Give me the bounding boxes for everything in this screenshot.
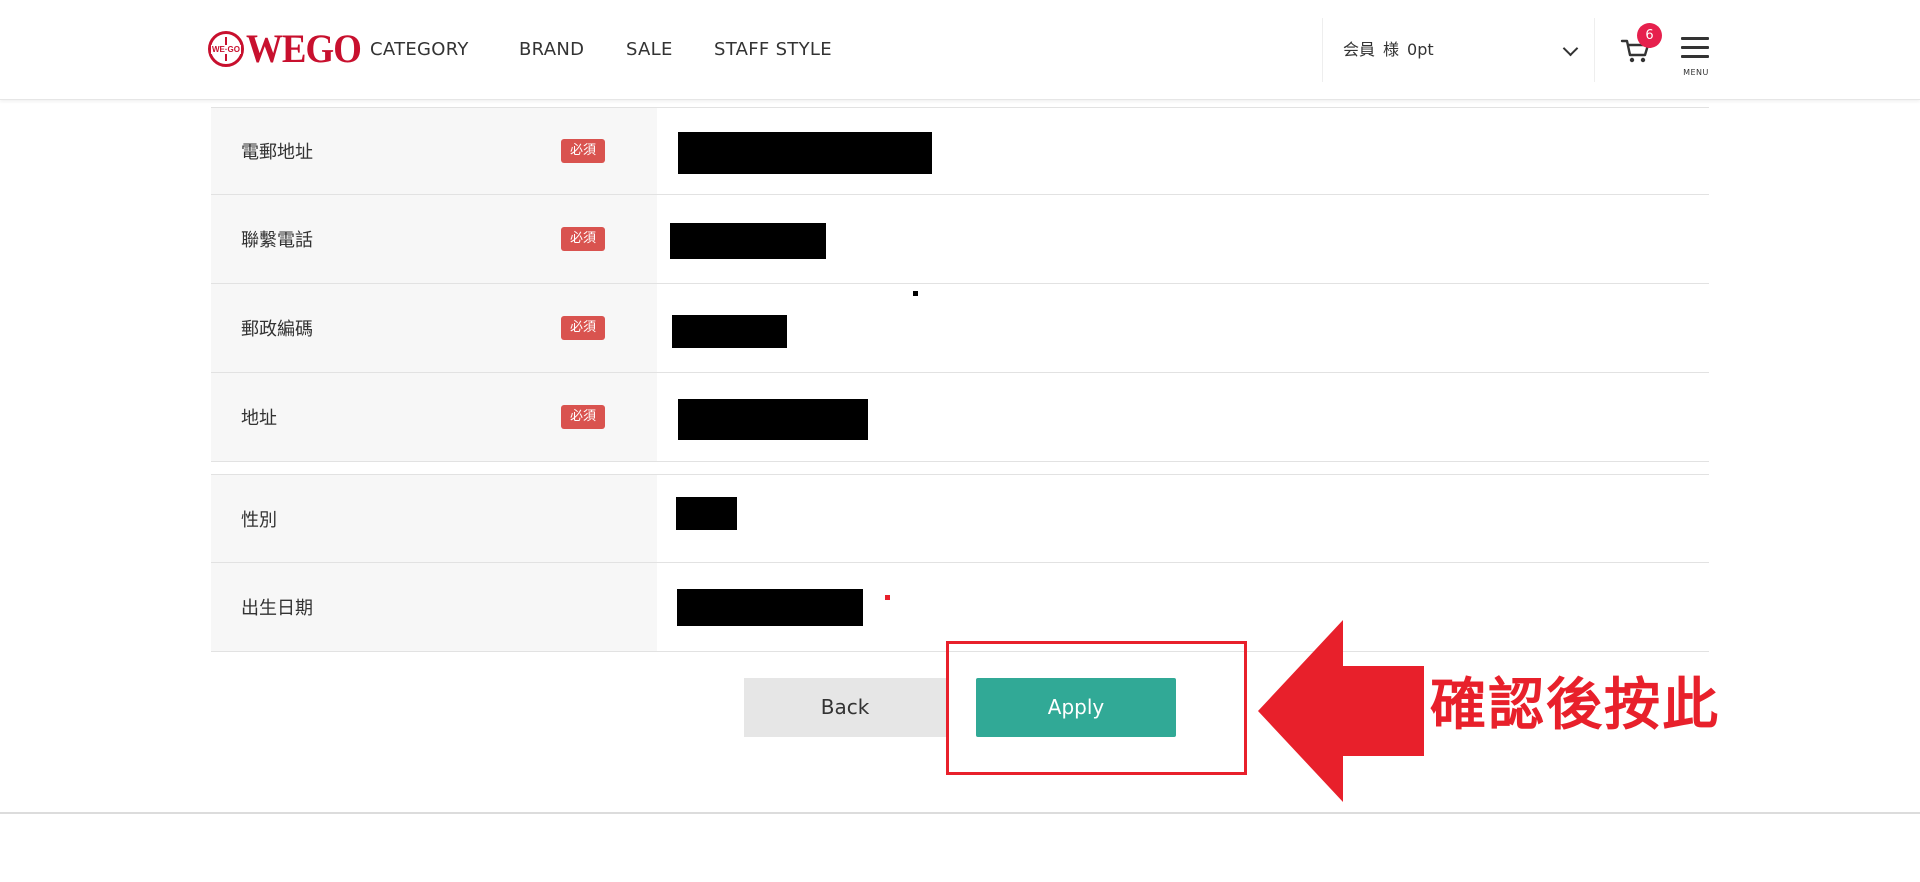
row-label-cell: 地址 必須 [211, 373, 657, 461]
field-label: 聯繫電話 [241, 230, 313, 251]
redacted-postal [672, 315, 787, 348]
required-badge: 必須 [561, 405, 605, 429]
site-header: WE·GO WEGO CATEGORY BRAND SALE STAFF STY… [0, 0, 1920, 100]
nav-category[interactable]: CATEGORY [370, 34, 469, 66]
hamburger-bar [1681, 55, 1709, 58]
member-dropdown[interactable]: 会員様 0pt [1322, 18, 1595, 82]
form-row-address: 地址 必須 [211, 373, 1709, 462]
row-label-cell: 聯繫電話 必須 [211, 195, 657, 283]
form-row-birthdate: 出生日期 [211, 563, 1709, 652]
row-label-cell: 性別 [211, 475, 657, 562]
row-label-cell: 郵政編碼 必須 [211, 284, 657, 372]
row-label-cell: 出生日期 [211, 563, 657, 651]
member-points: 0pt [1407, 40, 1434, 59]
form-row-email: 電郵地址 必須 [211, 107, 1709, 195]
field-label: 出生日期 [241, 598, 313, 619]
cart-count-badge: 6 [1637, 23, 1662, 48]
arrow-left-icon [1258, 620, 1424, 802]
nav-sale[interactable]: SALE [626, 34, 673, 66]
nav-brand[interactable]: BRAND [519, 34, 584, 66]
annotation-text: 確認後按此 [1430, 673, 1720, 738]
menu-label: MENU [1683, 68, 1709, 77]
hamburger-menu-button[interactable]: MENU [1679, 34, 1709, 82]
member-info: 会員様 0pt [1343, 39, 1434, 61]
form-row-gender: 性別 [211, 474, 1709, 563]
redacted-birthdate [677, 589, 863, 626]
stray-dot [913, 291, 918, 296]
member-prefix: 会員 [1343, 40, 1376, 59]
required-badge: 必須 [561, 139, 605, 163]
field-label: 電郵地址 [241, 142, 313, 163]
stray-red-dot [885, 595, 890, 600]
field-label: 性別 [241, 509, 277, 531]
required-badge: 必須 [561, 316, 605, 340]
nav-staff-style[interactable]: STAFF STYLE [714, 34, 832, 66]
redacted-phone [670, 223, 826, 259]
redacted-gender [676, 497, 737, 530]
form-row-postal: 郵政編碼 必須 [211, 284, 1709, 373]
chevron-down-icon [1562, 40, 1579, 57]
field-label: 郵政編碼 [241, 319, 313, 340]
row-label-cell: 電郵地址 必須 [211, 108, 657, 194]
redacted-email [678, 132, 932, 174]
field-label: 地址 [241, 408, 277, 429]
logo-mark-icon: WE·GO [208, 31, 244, 67]
required-badge: 必須 [561, 227, 605, 251]
redacted-address [678, 399, 868, 440]
footer-divider [0, 812, 1920, 814]
hamburger-menu-icon [1681, 37, 1709, 40]
form-row-phone: 聯繫電話 必須 [211, 195, 1709, 284]
annotation-highlight-box [946, 641, 1247, 775]
member-suffix: 様 [1383, 40, 1400, 59]
logo-text: WEGO [246, 26, 362, 71]
hamburger-bar [1681, 46, 1709, 49]
wego-logo[interactable]: WE·GO WEGO [208, 26, 371, 72]
back-button[interactable]: Back [744, 678, 946, 737]
